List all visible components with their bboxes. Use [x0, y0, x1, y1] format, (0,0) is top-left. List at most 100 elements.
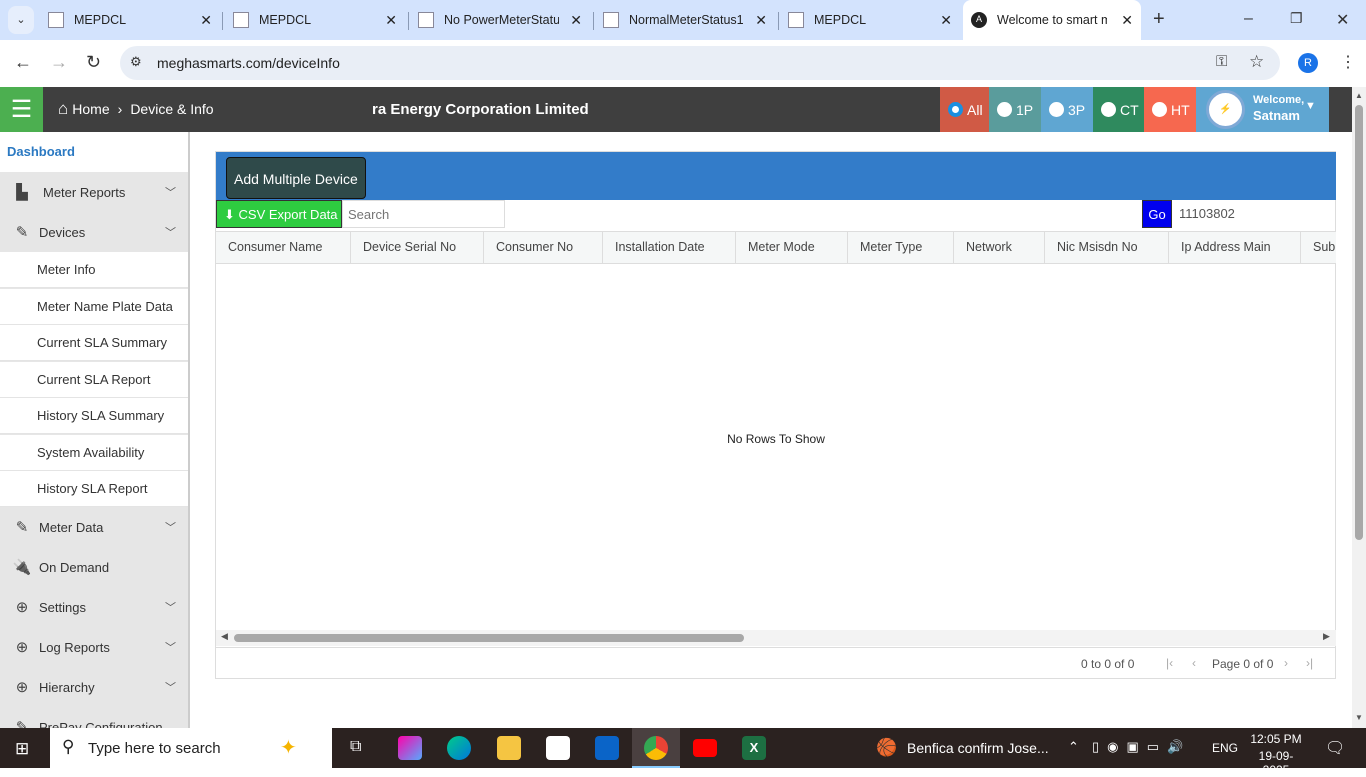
outlook-icon[interactable]: [595, 736, 619, 760]
page-scrollbar[interactable]: ▲ ▼: [1352, 87, 1366, 728]
hamburger-menu-icon[interactable]: ☰: [0, 87, 43, 132]
sidebar-item-dashboard[interactable]: Dashboard: [0, 132, 188, 172]
go-input[interactable]: 11103802: [1174, 200, 1336, 228]
excel-icon[interactable]: X: [742, 736, 766, 760]
first-page-icon[interactable]: |‹: [1166, 656, 1173, 670]
close-icon[interactable]: ✕: [570, 12, 582, 29]
horizontal-scrollbar[interactable]: ◀ ▶: [216, 630, 1336, 646]
new-tab-button[interactable]: +: [1153, 8, 1165, 31]
close-icon[interactable]: ✕: [385, 12, 397, 29]
sidebar-subitem-meter-info[interactable]: Meter Info: [0, 252, 188, 288]
page-scrollbar-thumb[interactable]: [1355, 105, 1363, 540]
sidebar-item-meter-reports[interactable]: ▙ Meter Reports ﹀: [0, 172, 188, 212]
sidebar-item-label: On Demand: [39, 559, 110, 575]
url-text[interactable]: meghasmarts.com/deviceInfo: [157, 55, 340, 71]
column-header[interactable]: Consumer Name: [216, 232, 351, 263]
column-header[interactable]: Ip Address Main: [1169, 232, 1301, 263]
browser-tab[interactable]: No PowerMeterStatus ✕: [410, 6, 590, 34]
sidebar-item-settings[interactable]: ⊕ Settings ﹀: [0, 587, 188, 627]
clock-date[interactable]: 19-09-2025: [1246, 749, 1306, 777]
sidebar-subitem-system-availability[interactable]: System Availability: [0, 435, 188, 471]
page-indicator: Page 0 of 0: [1212, 657, 1274, 671]
home-icon[interactable]: ⌂: [58, 99, 68, 119]
filter-1p[interactable]: 1P: [989, 87, 1041, 132]
sidebar-subitem-current-sla-summary[interactable]: Current SLA Summary: [0, 325, 188, 361]
column-header[interactable]: Nic Msisdn No: [1045, 232, 1169, 263]
last-page-icon[interactable]: ›|: [1306, 656, 1313, 670]
sidebar-subitem-current-sla-report[interactable]: Current SLA Report: [0, 362, 188, 398]
scrollbar-thumb[interactable]: [234, 634, 744, 642]
filter-ht[interactable]: HT: [1144, 87, 1196, 132]
browser-tab-active[interactable]: A Welcome to smart m ✕: [963, 0, 1141, 40]
sidebar-item-devices[interactable]: ✎ Devices ﹀: [0, 212, 188, 252]
add-multiple-device-button[interactable]: Add Multiple Device: [226, 157, 366, 199]
windows-start-icon[interactable]: ⊞: [15, 739, 29, 759]
clock-time[interactable]: 12:05 PM: [1246, 732, 1306, 746]
close-icon[interactable]: ✕: [940, 12, 952, 29]
close-icon[interactable]: ✕: [1121, 12, 1133, 29]
column-header[interactable]: Consumer No: [484, 232, 603, 263]
user-menu[interactable]: ⚡ Welcome, Satnam ▼: [1196, 87, 1329, 132]
profile-avatar[interactable]: R: [1298, 53, 1318, 73]
back-button[interactable]: ←: [14, 52, 32, 73]
forward-button[interactable]: →: [50, 52, 68, 73]
edge-icon[interactable]: [447, 736, 471, 760]
sidebar-subitem-history-sla-report[interactable]: History SLA Report: [0, 471, 188, 507]
close-icon[interactable]: ✕: [755, 12, 767, 29]
go-button[interactable]: Go: [1142, 200, 1172, 228]
column-header[interactable]: Installation Date: [603, 232, 736, 263]
site-info-icon[interactable]: ⚙: [130, 54, 142, 70]
tab-title: NormalMeterStatus1: [629, 13, 744, 27]
scroll-up-icon[interactable]: ▲: [1355, 91, 1363, 100]
news-headline[interactable]: Benfica confirm Jose...: [907, 740, 1049, 756]
key-icon[interactable]: ⚿: [1216, 53, 1227, 70]
browser-tab[interactable]: MEPDCL ✕: [225, 6, 405, 34]
sidebar-item-on-demand[interactable]: 🔌 On Demand: [0, 547, 188, 587]
restore-button[interactable]: ❐: [1290, 10, 1303, 27]
prev-page-icon[interactable]: ‹: [1192, 656, 1196, 670]
column-header[interactable]: Device Serial No: [351, 232, 484, 263]
browser-tab[interactable]: NormalMeterStatus1 ✕: [595, 6, 775, 34]
chevron-down-icon: ﹀: [165, 642, 176, 654]
task-view-icon[interactable]: ⧉: [350, 738, 361, 756]
browser-tab[interactable]: MEPDCL ✕: [780, 6, 960, 34]
sidebar-item-hierarchy[interactable]: ⊕ Hierarchy ﹀: [0, 667, 188, 707]
tray-icons[interactable]: ▯◉▣▭🔊: [1092, 739, 1191, 755]
filter-all[interactable]: All: [940, 87, 989, 132]
close-window-button[interactable]: ✕: [1336, 10, 1349, 30]
column-header[interactable]: Sub: [1301, 232, 1336, 263]
scroll-left-icon[interactable]: ◀: [221, 631, 228, 642]
copilot-icon[interactable]: [398, 736, 422, 760]
file-explorer-icon[interactable]: [497, 736, 521, 760]
column-header[interactable]: Network: [954, 232, 1045, 263]
next-page-icon[interactable]: ›: [1284, 656, 1288, 670]
close-icon[interactable]: ✕: [200, 12, 212, 29]
taskbar-search[interactable]: ⚲ Type here to search ✦: [50, 728, 332, 768]
search-input[interactable]: [342, 200, 505, 228]
notification-icon[interactable]: 🗨: [1325, 738, 1345, 758]
sidebar-item-meter-data[interactable]: ✎ Meter Data ﹀: [0, 507, 188, 547]
sidebar-subitem-history-sla-summary[interactable]: History SLA Summary: [0, 398, 188, 434]
youtube-icon[interactable]: [693, 739, 717, 757]
browser-tab[interactable]: MEPDCL ✕: [40, 6, 220, 34]
sidebar-item-log-reports[interactable]: ⊕ Log Reports ﹀: [0, 627, 188, 667]
filter-ct[interactable]: CT: [1093, 87, 1144, 132]
column-header[interactable]: Meter Mode: [736, 232, 848, 263]
scroll-right-icon[interactable]: ▶: [1323, 631, 1330, 642]
url-bar[interactable]: ⚙ meghasmarts.com/deviceInfo ⚿ ☆: [120, 46, 1280, 80]
language-indicator[interactable]: ENG: [1212, 741, 1238, 755]
store-icon[interactable]: [546, 736, 570, 760]
column-header[interactable]: Meter Type: [848, 232, 954, 263]
tab-search-button[interactable]: ⌄: [8, 6, 34, 34]
menu-icon[interactable]: ⋮: [1340, 52, 1356, 72]
breadcrumb-home[interactable]: Home: [72, 101, 109, 117]
filter-3p[interactable]: 3P: [1041, 87, 1093, 132]
minimize-button[interactable]: –: [1244, 10, 1253, 28]
tray-chevron-icon[interactable]: ⌃: [1068, 739, 1079, 755]
chrome-taskbar-button[interactable]: [632, 728, 680, 768]
sidebar-subitem-name-plate[interactable]: Meter Name Plate Data: [0, 289, 188, 325]
csv-export-button[interactable]: ⬇ CSV Export Data: [216, 200, 342, 228]
star-icon[interactable]: ☆: [1249, 52, 1264, 72]
scroll-down-icon[interactable]: ▼: [1355, 713, 1363, 722]
reload-button[interactable]: ↻: [86, 52, 101, 73]
